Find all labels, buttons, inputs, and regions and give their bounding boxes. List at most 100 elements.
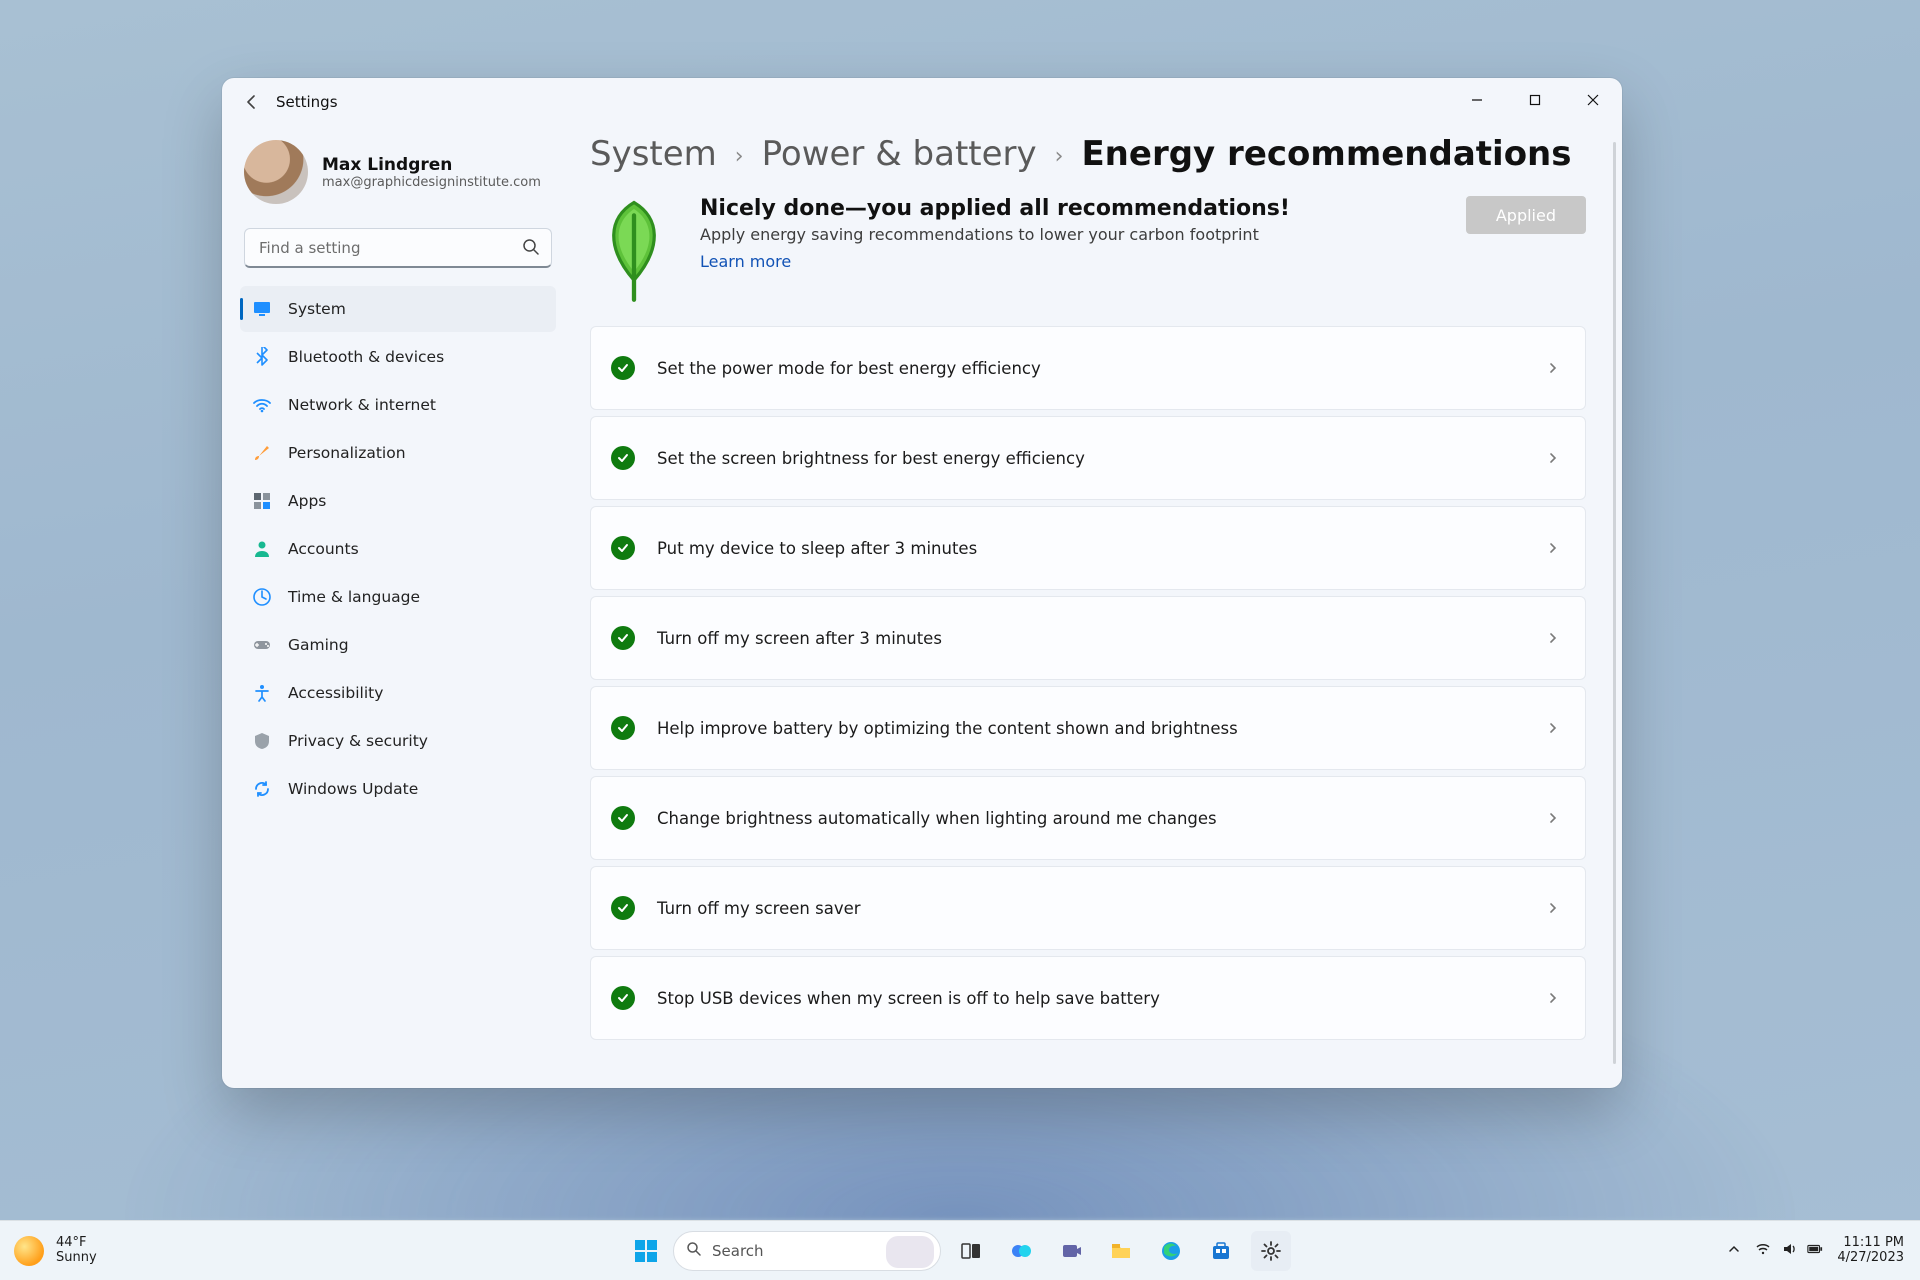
sidebar-item-label: Privacy & security [288, 732, 428, 750]
banner-headline: Nicely done—you applied all recommendati… [700, 196, 1290, 221]
sidebar-item-label: Accessibility [288, 684, 383, 702]
explorer-button[interactable] [1101, 1231, 1141, 1271]
sidebar-item-network[interactable]: Network & internet [240, 382, 556, 428]
check-icon [611, 626, 635, 650]
person-icon [252, 539, 272, 559]
recommendation-row[interactable]: Stop USB devices when my screen is off t… [590, 956, 1586, 1040]
search-icon [686, 1241, 702, 1261]
nav: System Bluetooth & devices Network & int… [234, 286, 562, 812]
widgets-button[interactable] [1001, 1231, 1041, 1271]
sidebar-item-label: Accounts [288, 540, 359, 558]
sidebar-item-personalization[interactable]: Personalization [240, 430, 556, 476]
battery-icon [1807, 1241, 1823, 1261]
check-icon [611, 986, 635, 1010]
recommendation-label: Put my device to sleep after 3 minutes [657, 539, 977, 558]
window-title: Settings [276, 93, 338, 111]
store-button[interactable] [1201, 1231, 1241, 1271]
sidebar-item-label: Gaming [288, 636, 349, 654]
search-input[interactable] [244, 228, 552, 268]
recommendation-row[interactable]: Turn off my screen saver [590, 866, 1586, 950]
wifi-icon [1755, 1241, 1771, 1261]
recommendation-label: Turn off my screen saver [657, 899, 861, 918]
recommendation-label: Set the screen brightness for best energ… [657, 449, 1085, 468]
recommendation-row[interactable]: Help improve battery by optimizing the c… [590, 686, 1586, 770]
profile-email: max@graphicdesigninstitute.com [322, 175, 541, 190]
window-controls [1448, 78, 1622, 122]
sidebar-item-system[interactable]: System [240, 286, 556, 332]
sidebar-item-label: System [288, 300, 346, 318]
sidebar-item-gaming[interactable]: Gaming [240, 622, 556, 668]
search-wrap [244, 228, 552, 268]
accessibility-icon [252, 683, 272, 703]
chevron-right-icon [1547, 539, 1559, 558]
sidebar: Max Lindgren max@graphicdesigninstitute.… [222, 126, 574, 1088]
sidebar-item-bluetooth[interactable]: Bluetooth & devices [240, 334, 556, 380]
sidebar-item-label: Apps [288, 492, 326, 510]
learn-more-link[interactable]: Learn more [700, 252, 791, 271]
recommendation-label: Turn off my screen after 3 minutes [657, 629, 942, 648]
taskbar-search-placeholder: Search [712, 1242, 764, 1260]
search-illustration [886, 1236, 934, 1268]
profile-block[interactable]: Max Lindgren max@graphicdesigninstitute.… [234, 128, 562, 222]
close-button[interactable] [1564, 78, 1622, 122]
recommendation-row[interactable]: Put my device to sleep after 3 minutes [590, 506, 1586, 590]
sidebar-item-apps[interactable]: Apps [240, 478, 556, 524]
sidebar-item-time-language[interactable]: Time & language [240, 574, 556, 620]
chevron-right-icon [1547, 629, 1559, 648]
gamepad-icon [252, 635, 272, 655]
breadcrumb-power-battery[interactable]: Power & battery [762, 134, 1037, 174]
scrollbar[interactable] [1613, 142, 1616, 1064]
chevron-right-icon [1547, 809, 1559, 828]
start-button[interactable] [629, 1234, 663, 1268]
avatar [244, 140, 308, 204]
sidebar-item-accounts[interactable]: Accounts [240, 526, 556, 572]
recommendation-label: Set the power mode for best energy effic… [657, 359, 1041, 378]
apps-icon [252, 491, 272, 511]
taskbar-right: 11:11 PM 4/27/2023 [1727, 1236, 1920, 1266]
recommendation-list: Set the power mode for best energy effic… [590, 326, 1586, 1040]
breadcrumb-system[interactable]: System [590, 134, 717, 174]
monitor-icon [252, 299, 272, 319]
clock[interactable]: 11:11 PM 4/27/2023 [1837, 1236, 1904, 1266]
recommendation-row[interactable]: Turn off my screen after 3 minutes [590, 596, 1586, 680]
breadcrumb: System › Power & battery › Energy recomm… [590, 126, 1586, 196]
recommendation-row[interactable]: Set the power mode for best energy effic… [590, 326, 1586, 410]
sidebar-item-privacy[interactable]: Privacy & security [240, 718, 556, 764]
chevron-right-icon [1547, 359, 1559, 378]
banner: Nicely done—you applied all recommendati… [590, 196, 1586, 326]
edge-button[interactable] [1151, 1231, 1191, 1271]
system-tray[interactable] [1755, 1241, 1823, 1261]
volume-icon [1781, 1241, 1797, 1261]
sidebar-item-accessibility[interactable]: Accessibility [240, 670, 556, 716]
update-icon [252, 779, 272, 799]
recommendation-label: Change brightness automatically when lig… [657, 809, 1217, 828]
recommendation-label: Help improve battery by optimizing the c… [657, 719, 1238, 738]
time: 11:11 PM [1837, 1236, 1904, 1251]
recommendation-row[interactable]: Set the screen brightness for best energ… [590, 416, 1586, 500]
chevron-right-icon [1547, 449, 1559, 468]
weather-widget[interactable]: 44°F Sunny [0, 1236, 97, 1266]
taskbar-search[interactable]: Search [673, 1231, 941, 1271]
back-button[interactable] [228, 82, 276, 122]
sidebar-item-label: Bluetooth & devices [288, 348, 444, 366]
teams-button[interactable] [1051, 1231, 1091, 1271]
leaf-icon [590, 196, 678, 304]
chevron-right-icon [1547, 899, 1559, 918]
sidebar-item-label: Personalization [288, 444, 406, 462]
maximize-button[interactable] [1506, 78, 1564, 122]
wifi-icon [252, 395, 272, 415]
weather-temp: 44°F [56, 1236, 97, 1251]
taskview-button[interactable] [951, 1231, 991, 1271]
tray-chevron-up-icon[interactable] [1727, 1241, 1741, 1260]
chevron-right-icon [1547, 719, 1559, 738]
taskbar-center: Search [629, 1231, 1291, 1271]
breadcrumb-current: Energy recommendations [1081, 134, 1571, 174]
globe-clock-icon [252, 587, 272, 607]
settings-taskbar-button[interactable] [1251, 1231, 1291, 1271]
recommendation-row[interactable]: Change brightness automatically when lig… [590, 776, 1586, 860]
sidebar-item-update[interactable]: Windows Update [240, 766, 556, 812]
chevron-right-icon: › [1055, 144, 1064, 169]
chevron-right-icon: › [735, 144, 744, 169]
minimize-button[interactable] [1448, 78, 1506, 122]
check-icon [611, 806, 635, 830]
